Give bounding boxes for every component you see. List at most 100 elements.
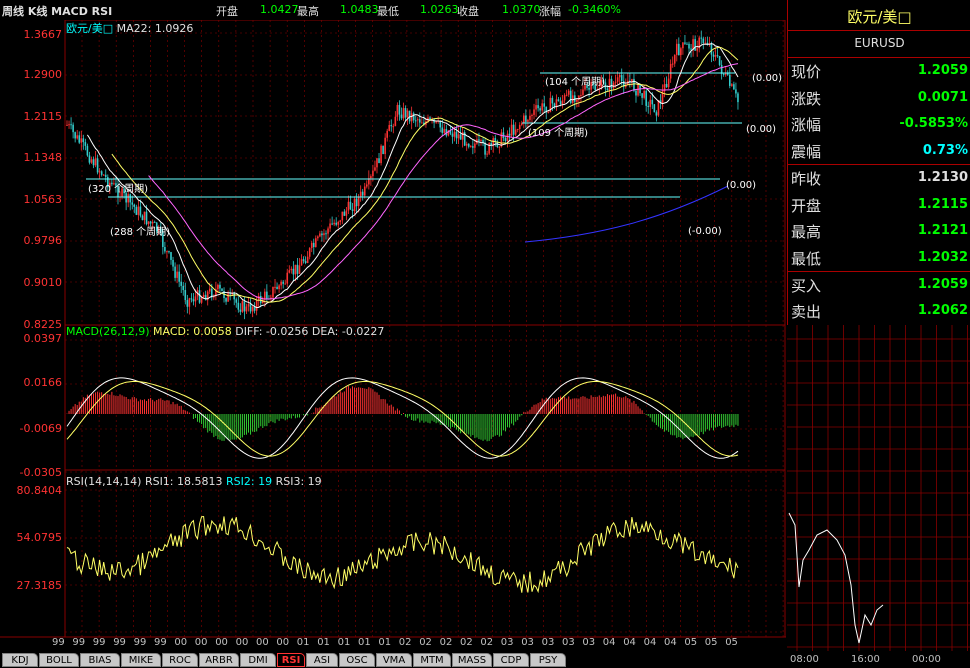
candle-body [241,301,244,312]
quote-panel: 欧元/美□ EURUSD 现价 1.2059 涨跌 0.0071 涨幅 -0.5853% 震… [787,0,970,325]
candle-body [198,290,201,303]
tab-roc[interactable]: ROC [162,653,198,667]
close-label: 收盘 [457,5,479,18]
candle-body [266,291,268,299]
tab-mike[interactable]: MIKE [121,653,161,667]
panel-frame [64,324,786,471]
x-axis-label: 99 [52,637,65,648]
tab-asi[interactable]: ASI [306,653,338,667]
x-axis-label: 01 [317,637,330,648]
candle-body [365,184,368,187]
intraday-mini-chart[interactable] [787,325,970,668]
candle-body [673,54,676,64]
candle-body [333,222,335,225]
quote-row-label: 开盘 [791,196,822,215]
candle-body [235,299,238,303]
tab-dmi[interactable]: DMI [240,653,276,667]
x-axis-label: 02 [439,637,453,648]
quote-row: 涨幅 -0.5853% [788,111,970,137]
ma-slow-line [148,63,739,300]
tab-bias[interactable]: BIAS [80,653,120,667]
quote-row-value: 1.2121 [917,223,968,239]
candle-body [414,120,417,122]
candle-body [472,146,474,148]
candle-body [647,105,650,107]
tab-psy[interactable]: PSY [530,653,566,667]
candle-body [310,242,313,249]
candle-body [280,281,282,286]
quote-row-label: 现价 [791,63,822,81]
candle-body [76,135,78,139]
candle-body [286,272,289,284]
candle-body [221,288,223,291]
candle-body [90,159,93,163]
tab-osc[interactable]: OSC [339,653,375,667]
candle-body [353,198,356,212]
candle-body [421,122,423,124]
candle-body [412,113,415,121]
candle-body [227,293,229,302]
candle-body [259,295,262,304]
quote-row-value: 1.2115 [917,196,968,212]
candle-body [733,84,735,90]
tab-mass[interactable]: MASS [452,653,492,667]
candle-body [361,191,364,196]
candle-body [141,215,144,221]
candle-body [461,132,464,140]
y-tick: 1.1348 [23,151,63,164]
tab-kdj[interactable]: KDJ [2,653,38,667]
x-axis-label: 99 [133,637,147,648]
candle-body [251,307,254,312]
candle-body [718,56,721,65]
quote-row: 开盘 1.2115 [788,192,970,218]
candle-body [135,206,138,215]
candle-body [337,221,340,225]
tab-rsi[interactable]: RSI [277,653,305,667]
candle-body [70,124,72,126]
quote-name-cell: 欧元/美□ [788,0,970,31]
candle-body [700,37,703,39]
x-axis-label: 00 [194,637,208,648]
quote-row-label: 卖出 [791,303,822,322]
candle-body [543,103,546,107]
tab-mtm[interactable]: MTM [413,653,451,667]
candle-body [298,265,301,274]
low-value: 1.0263 [420,3,459,16]
x-axis-label: 02 [398,637,412,648]
candle-body [127,194,129,203]
mini-x-label: 16:00 [851,654,880,665]
quote-row-value: 0.73% [922,143,968,159]
quote-row: 震幅 0.73% [788,138,970,166]
quote-row-label: 买入 [791,276,822,295]
candle-body [563,95,566,101]
tab-vma[interactable]: VMA [376,653,412,667]
quote-name: 欧元/美□ [847,8,912,26]
candle-body [737,93,739,103]
quote-row-value: 1.2059 [917,63,968,78]
candle-body [323,233,325,236]
open-label: 开盘 [216,5,238,18]
candle-body [714,55,717,57]
y-tick: 1.0563 [23,193,63,206]
tab-boll[interactable]: BOLL [39,653,79,667]
tab-arbr[interactable]: ARBR [199,653,239,667]
candle-body [486,153,488,155]
candle-body [200,297,203,303]
candle-body [302,259,305,262]
rsi-y-tick: 80.8404 [16,484,63,497]
chart-title: 周线 K线 MACD RSI [2,5,113,18]
candle-body [137,206,140,215]
x-axis-label: 04 [602,637,616,648]
candle-body [453,131,456,137]
candle-body [722,73,725,75]
tab-cdp[interactable]: CDP [493,653,529,667]
candle-body [408,110,411,122]
candle-body [384,137,386,155]
candle-body [66,124,68,126]
x-axis-label: 05 [725,637,738,648]
rsi-legend-rsi1: RSI1: 18.5813 [144,475,223,488]
open-value: 1.0427 [260,3,299,16]
candle-body [675,43,678,55]
candle-body [702,38,705,44]
candle-body [669,64,672,79]
